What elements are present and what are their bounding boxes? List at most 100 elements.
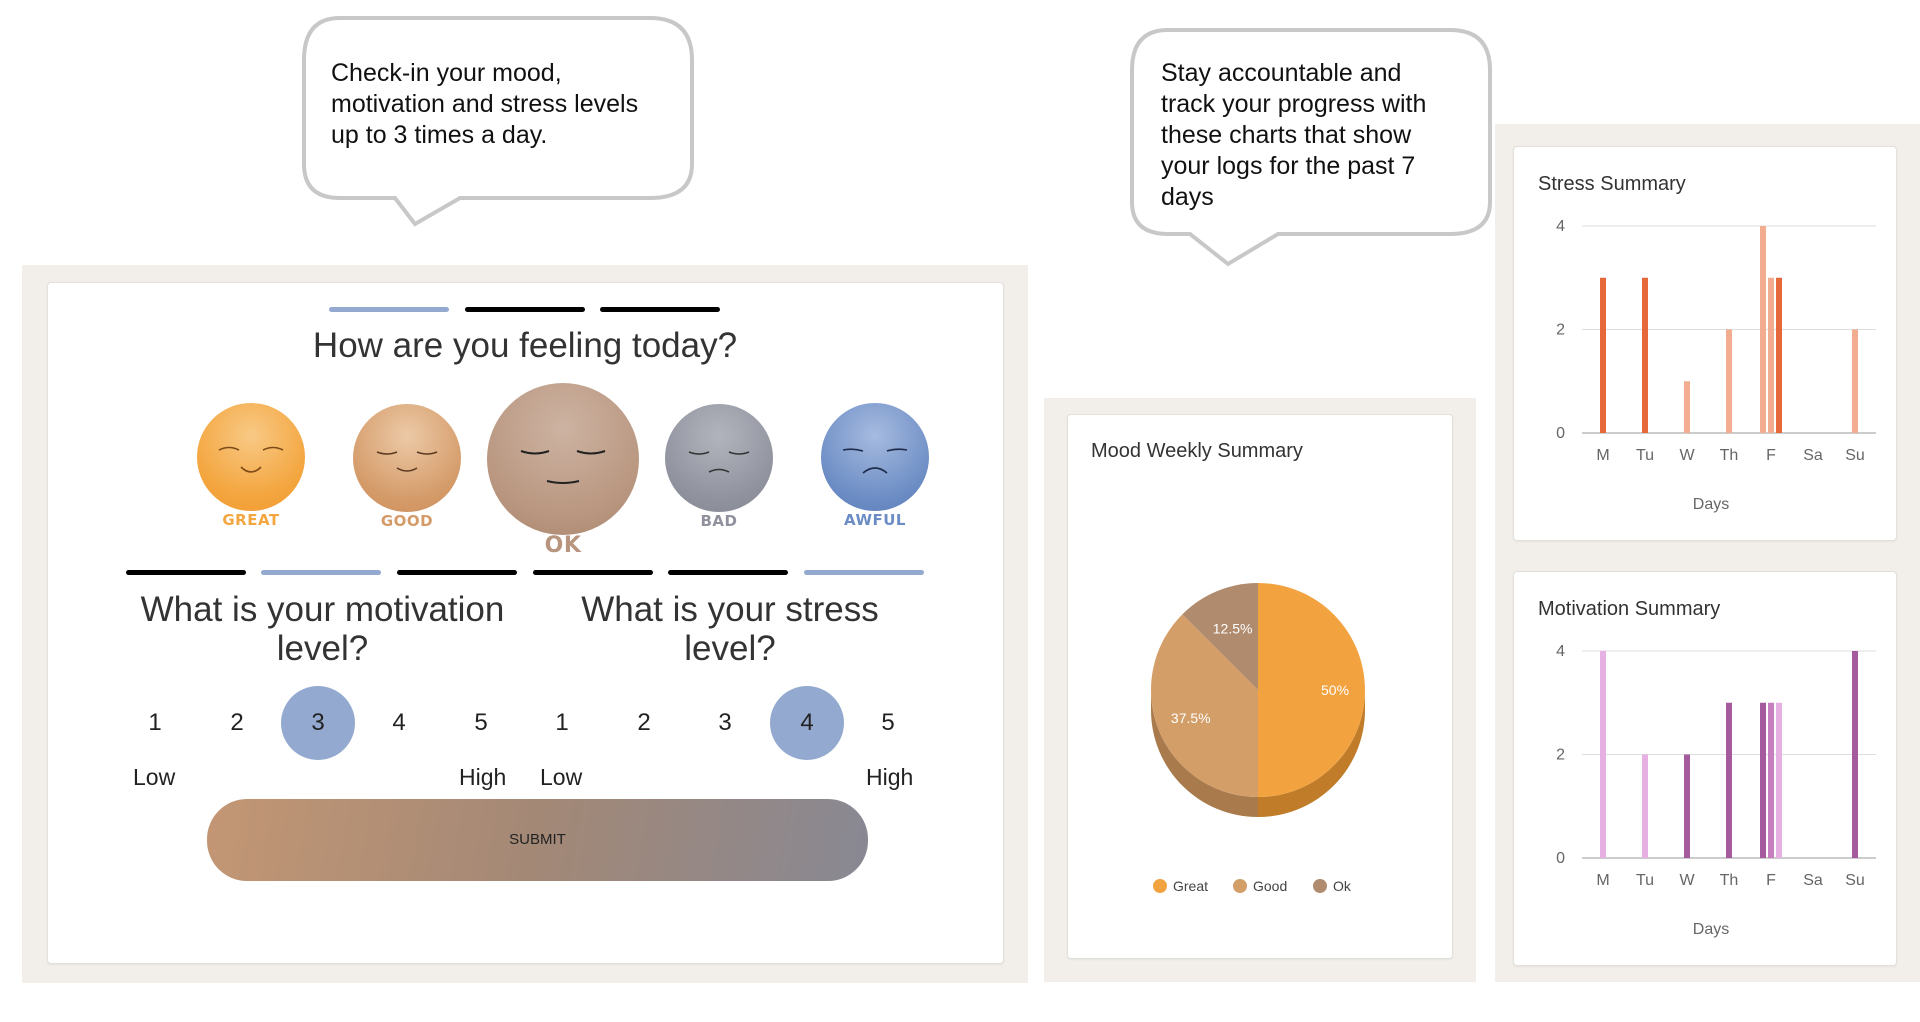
step-indicator-3 <box>600 307 720 312</box>
motivation-option-5[interactable]: 5 <box>444 686 518 760</box>
motivation-option-2[interactable]: 2 <box>200 686 274 760</box>
stress-bar-f <box>1760 226 1766 433</box>
motivation-chart-title: Motivation Summary <box>1538 598 1721 620</box>
legend-label-ok: Ok <box>1333 878 1352 894</box>
motivation-bar-m <box>1600 651 1606 858</box>
stress-option-5[interactable]: 5 <box>851 686 925 760</box>
motivation-bar-f <box>1768 702 1774 858</box>
x-tick-label: Tu <box>1636 447 1654 464</box>
mood-label-bad: BAD <box>700 512 738 530</box>
x-tick-label: W <box>1679 447 1695 464</box>
stress-high-label: High <box>866 764 914 790</box>
mood-label-ok: OK <box>544 533 582 558</box>
stress-chart-title: Stress Summary <box>1538 173 1686 195</box>
pie-data-label: 12.5% <box>1213 621 1253 637</box>
x-tick-label: Su <box>1845 447 1865 464</box>
bubble-line: track your progress with <box>1161 90 1427 118</box>
great-face-icon[interactable] <box>197 403 305 511</box>
stress-bar-m <box>1600 277 1606 433</box>
y-tick-label: 2 <box>1556 322 1565 339</box>
y-tick-label: 4 <box>1556 643 1565 660</box>
x-tick-label: F <box>1766 872 1776 889</box>
mood-question: How are you feeling today? <box>312 326 738 365</box>
x-axis-label: Days <box>1693 496 1729 513</box>
x-tick-label: Th <box>1720 872 1739 889</box>
x-tick-label: Su <box>1845 872 1865 889</box>
bad-face-icon[interactable] <box>665 404 773 512</box>
bubble-line: Stay accountable and <box>1161 59 1402 87</box>
step-indicator-stress-2 <box>668 570 788 575</box>
x-tick-label: Th <box>1720 447 1739 464</box>
step-indicator-1 <box>329 307 449 312</box>
motivation-bar-f <box>1760 702 1766 858</box>
stress-option-3[interactable]: 3 <box>688 686 762 760</box>
motivation-option-3[interactable]: 3 <box>281 686 355 760</box>
stress-bar-f <box>1768 277 1774 433</box>
step-indicator-motivation-2 <box>261 570 381 575</box>
y-tick-label: 0 <box>1556 425 1565 442</box>
stress-bar-chart: 0 2 4 M Tu W Th F Sa Su Days <box>1556 218 1876 513</box>
stress-bar-w <box>1684 381 1690 433</box>
step-indicator-2 <box>465 307 585 312</box>
motivation-bar-tu <box>1642 754 1648 858</box>
pie-data-label: 50% <box>1321 682 1349 698</box>
motivation-high-label: High <box>459 764 507 790</box>
bubble-line: Check-in your mood, <box>331 59 562 87</box>
step-indicator-motivation-1 <box>126 570 246 575</box>
x-tick-label: Tu <box>1636 872 1654 889</box>
mood-label-great: GREAT <box>222 511 280 529</box>
legend-marker-ok <box>1313 879 1327 893</box>
stress-question: What is your stress level? <box>581 590 879 668</box>
mood-chart-title: Mood Weekly Summary <box>1091 440 1303 462</box>
motivation-low-label: Low <box>133 764 176 790</box>
motivation-bar-su <box>1852 651 1858 858</box>
ok-face-icon[interactable] <box>487 383 639 535</box>
motivation-option-4[interactable]: 4 <box>362 686 436 760</box>
pie-data-label: 37.5% <box>1171 710 1211 726</box>
x-tick-label: W <box>1679 872 1695 889</box>
bubble-text-checkin: Check-in your mood, motivation and stres… <box>331 58 638 151</box>
legend-label-great: Great <box>1173 878 1208 894</box>
stress-option-1[interactable]: 1 <box>525 686 599 760</box>
y-tick-label: 4 <box>1556 218 1565 235</box>
stress-bar-f <box>1776 277 1782 433</box>
motivation-option-1[interactable]: 1 <box>118 686 192 760</box>
submit-button[interactable]: SUBMIT <box>207 799 868 881</box>
good-face-icon[interactable] <box>353 404 461 512</box>
legend-marker-good <box>1233 879 1247 893</box>
bubble-text-charts: Stay accountable and track your progress… <box>1161 58 1426 213</box>
step-indicator-stress-1 <box>533 570 653 575</box>
motivation-bar-chart: 0 2 4 M Tu W Th F Sa Su Days <box>1556 643 1876 938</box>
stress-bar-su <box>1852 329 1858 433</box>
step-indicator-stress-3 <box>804 570 924 575</box>
stress-low-label: Low <box>540 764 583 790</box>
motivation-bar-th <box>1726 702 1732 858</box>
x-tick-label: F <box>1766 447 1776 464</box>
motivation-bar-w <box>1684 754 1690 858</box>
y-tick-label: 0 <box>1556 850 1565 867</box>
awful-face-icon[interactable] <box>821 403 929 511</box>
mood-pie-chart: 50% 37.5% 12.5% Great Good Ok <box>1151 583 1365 894</box>
bubble-line: these charts that show <box>1161 121 1412 149</box>
bubble-line: days <box>1161 183 1214 211</box>
y-tick-label: 2 <box>1556 747 1565 764</box>
x-tick-label: M <box>1596 872 1609 889</box>
stress-bar-tu <box>1642 277 1648 433</box>
x-tick-label: Sa <box>1803 872 1823 889</box>
legend-marker-great <box>1153 879 1167 893</box>
x-tick-label: M <box>1596 447 1609 464</box>
motivation-bar-f <box>1776 702 1782 858</box>
stress-option-4[interactable]: 4 <box>770 686 844 760</box>
x-tick-label: Sa <box>1803 447 1823 464</box>
step-indicator-motivation-3 <box>397 570 517 575</box>
mood-label-awful: AWFUL <box>844 511 906 529</box>
mood-label-good: GOOD <box>380 512 434 530</box>
stress-bar-th <box>1726 329 1732 433</box>
bubble-line: your logs for the past 7 <box>1161 152 1416 180</box>
x-axis-label: Days <box>1693 921 1729 938</box>
stress-option-2[interactable]: 2 <box>607 686 681 760</box>
bubble-line: up to 3 times a day. <box>331 121 548 149</box>
bubble-line: motivation and stress levels <box>331 90 639 118</box>
motivation-question: What is your motivation level? <box>140 590 505 668</box>
legend-label-good: Good <box>1253 878 1287 894</box>
